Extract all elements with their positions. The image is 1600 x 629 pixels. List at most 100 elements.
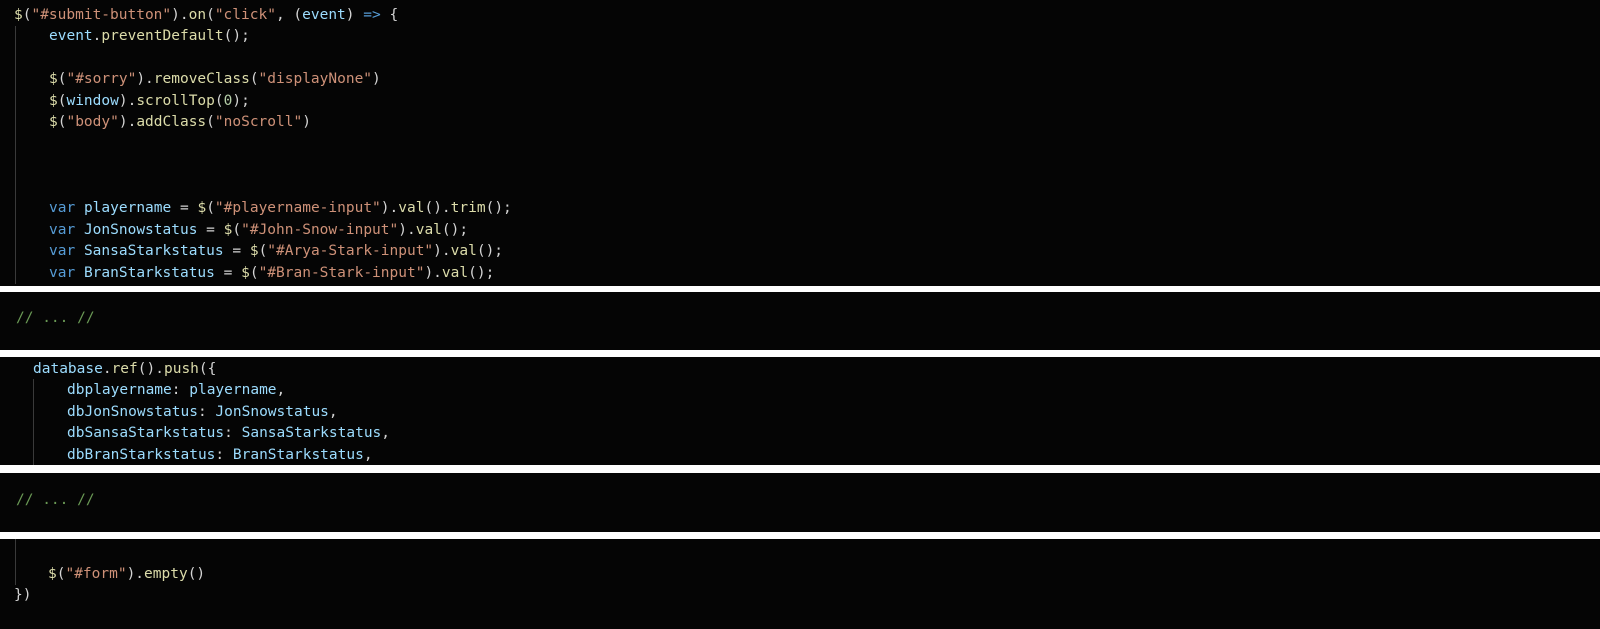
token: (: [249, 265, 259, 281]
indent-guide: [15, 539, 16, 585]
token: ).: [424, 265, 442, 281]
token: );: [232, 93, 250, 109]
token: "noScroll": [214, 114, 303, 130]
token: window: [66, 93, 119, 109]
code-panel-3: database.ref().push({ dbplayername: play…: [0, 357, 1600, 465]
code-line: var BranStarkstatus = $("#Bran-Stark-inp…: [49, 262, 494, 284]
token: ).: [136, 71, 154, 87]
token: $: [49, 93, 58, 109]
token: trim: [450, 200, 486, 216]
token: ,: [363, 447, 373, 463]
token: ): [302, 114, 311, 130]
token: ();: [441, 222, 469, 238]
token: ({: [198, 361, 217, 377]
token: ,: [381, 425, 391, 441]
indent-guide: [15, 26, 16, 284]
token: val: [398, 200, 425, 216]
token: ).: [171, 7, 189, 23]
token: $: [49, 114, 58, 130]
token: (): [187, 566, 206, 582]
token: (: [206, 200, 215, 216]
token: // ... //: [16, 492, 95, 508]
code-line: var SansaStarkstatus = $("#Arya-Stark-in…: [49, 240, 503, 262]
code-panel-4: // ... //: [0, 473, 1600, 532]
token: ,: [276, 382, 286, 398]
code-line: $("#sorry").removeClass("displayNone"): [49, 68, 381, 90]
code-line: $("#submit-button").on("click", (event) …: [14, 4, 398, 26]
token: $: [49, 71, 58, 87]
token: empty: [144, 566, 188, 582]
token: ).: [118, 93, 137, 109]
token: $: [197, 200, 207, 216]
token: ,: [328, 404, 338, 420]
code-comment: // ... //: [16, 307, 95, 329]
token: (: [232, 222, 242, 238]
token: var: [49, 265, 76, 281]
token: "#John-Snow-input": [241, 222, 399, 238]
code-line: event.preventDefault();: [49, 25, 250, 47]
token: SansaStarkstatus: [241, 425, 382, 441]
token: "body": [66, 114, 119, 130]
token: ().: [137, 361, 164, 377]
token: ).: [380, 200, 399, 216]
code-line: dbplayername: playername,: [67, 379, 285, 401]
code-line: var playername = $("#playername-input").…: [49, 197, 512, 219]
token: // ... //: [16, 310, 95, 326]
token: SansaStarkstatus: [83, 243, 224, 259]
code-panel-1: $("#submit-button").on("click", (event) …: [0, 0, 1600, 286]
token: val: [450, 243, 477, 259]
code-line: dbSansaStarkstatus: SansaStarkstatus,: [67, 422, 390, 444]
token: JonSnowstatus: [83, 222, 198, 238]
token: on: [188, 7, 207, 23]
token: ();: [223, 28, 250, 44]
token: dbplayername: [67, 382, 172, 398]
token: push: [163, 361, 199, 377]
token: JonSnowstatus: [215, 404, 329, 420]
code-line: dbBranStarkstatus: BranStarkstatus,: [67, 444, 373, 465]
code-line: $("body").addClass("noScroll"): [49, 111, 311, 133]
token: {: [380, 7, 399, 23]
token: "#submit-button": [31, 7, 172, 23]
token: playername: [83, 200, 172, 216]
token: :: [171, 382, 190, 398]
token: scrollTop: [136, 93, 215, 109]
token: =: [214, 265, 242, 281]
token: addClass: [136, 114, 207, 130]
token: "displayNone": [258, 71, 373, 87]
token: }): [14, 587, 32, 603]
indent-guide: [33, 379, 34, 465]
token: val: [441, 265, 469, 281]
token: "#playername-input": [214, 200, 381, 216]
token: ).: [433, 243, 451, 259]
token: $: [241, 265, 250, 281]
token: ): [345, 7, 364, 23]
token: ();: [476, 243, 504, 259]
token: :: [197, 404, 216, 420]
token: , (: [275, 7, 303, 23]
code-line: database.ref().push({: [33, 358, 216, 380]
code-line: }): [14, 584, 31, 606]
code-line: $("#form").empty(): [48, 563, 205, 585]
token: dbJonSnowstatus: [67, 404, 198, 420]
token: event: [49, 28, 93, 44]
token: $: [14, 7, 23, 23]
token: ref: [111, 361, 138, 377]
token: $: [249, 243, 259, 259]
token: var: [49, 222, 76, 238]
token: BranStarkstatus: [232, 447, 364, 463]
code-line: $(window).scrollTop(0);: [49, 90, 250, 112]
token: =: [223, 243, 250, 259]
token: ().: [424, 200, 451, 216]
token: database: [33, 361, 103, 377]
token: ).: [126, 566, 145, 582]
code-comment: // ... //: [16, 489, 95, 511]
token: playername: [189, 382, 277, 398]
token: =>: [363, 7, 381, 23]
code-panel-5: $("#form").empty() }): [0, 539, 1600, 629]
token: "#sorry": [66, 71, 137, 87]
token: ();: [485, 200, 512, 216]
token: =: [171, 200, 198, 216]
code-panel-2: // ... //: [0, 292, 1600, 350]
token: "#form": [65, 566, 127, 582]
code-line: var JonSnowstatus = $("#John-Snow-input"…: [49, 219, 468, 241]
